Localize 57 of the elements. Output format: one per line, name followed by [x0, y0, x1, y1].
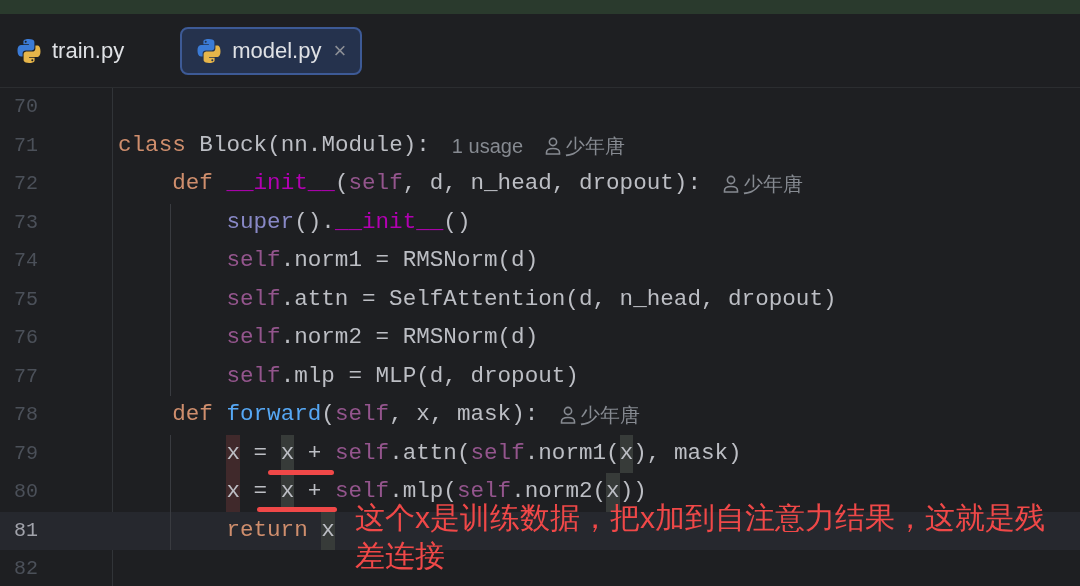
code-token: .norm2(: [511, 477, 607, 505]
code-token: self: [226, 246, 281, 276]
code-token: super: [226, 207, 295, 237]
code-token: =: [252, 477, 269, 507]
code-token: self: [226, 284, 281, 314]
code-token: .mlp(: [389, 477, 457, 505]
code-token: )): [619, 477, 647, 505]
code-token: def: [172, 400, 214, 430]
code-token: .norm2 = RMSNorm(d): [280, 323, 539, 353]
code-token: __init__: [226, 169, 335, 199]
code-token: .attn(: [389, 438, 471, 468]
highlighted-identifier: x: [321, 511, 335, 550]
code-token: self: [334, 438, 390, 468]
code-token: .mlp = MLP(d, dropout): [280, 361, 579, 391]
code-token: ), mask): [633, 438, 742, 468]
line-number: 81: [13, 517, 39, 544]
code-token: +: [306, 477, 323, 507]
tab-label: model.py: [232, 37, 322, 65]
code-token: self: [348, 169, 403, 199]
highlighted-identifier: x: [226, 434, 240, 473]
code-token: .attn = SelfAttention(d, n_head, dropout): [280, 284, 837, 314]
file-tab[interactable]: model.py ×: [180, 26, 363, 75]
code-token: return: [226, 515, 309, 545]
code-token: self: [226, 361, 281, 391]
code-token: +: [306, 438, 323, 468]
file-tab[interactable]: train.py: [12, 26, 169, 75]
person-icon: [560, 406, 577, 425]
code-token: def: [172, 169, 214, 199]
code-token: self: [470, 438, 525, 468]
author-hint: 少年唐: [743, 172, 803, 198]
code-token: (: [334, 169, 349, 199]
code-token: .norm1 = RMSNorm(d): [280, 246, 539, 276]
code-token: self: [334, 400, 390, 430]
code-token: , x, mask):: [389, 400, 539, 430]
tab-label: train.py: [52, 37, 125, 65]
code-token: =: [252, 438, 269, 468]
close-icon[interactable]: ×: [333, 34, 347, 67]
code-token: self: [226, 323, 281, 353]
code-token: class: [118, 130, 187, 160]
code-token: forward: [226, 400, 322, 430]
code-token: (): [443, 207, 471, 237]
author-hint: 少年唐: [565, 133, 626, 159]
code-token: .norm1(: [524, 438, 620, 468]
highlighted-identifier: x: [619, 434, 634, 473]
code-token: ().: [294, 207, 335, 237]
person-icon: [545, 136, 562, 155]
underline-mark: [268, 470, 334, 476]
python-icon: [196, 37, 223, 64]
code-token: __init__: [334, 207, 444, 237]
highlighted-identifier: x: [226, 473, 240, 512]
usage-hint[interactable]: 1 usage: [451, 130, 524, 161]
code-token: , d, n_head, dropout):: [402, 169, 701, 199]
python-icon: [16, 37, 42, 64]
person-icon: [723, 175, 739, 194]
code-token: Block(nn.Module):: [199, 130, 430, 160]
author-hint: 少年唐: [580, 403, 641, 429]
code-token: (: [321, 400, 335, 430]
